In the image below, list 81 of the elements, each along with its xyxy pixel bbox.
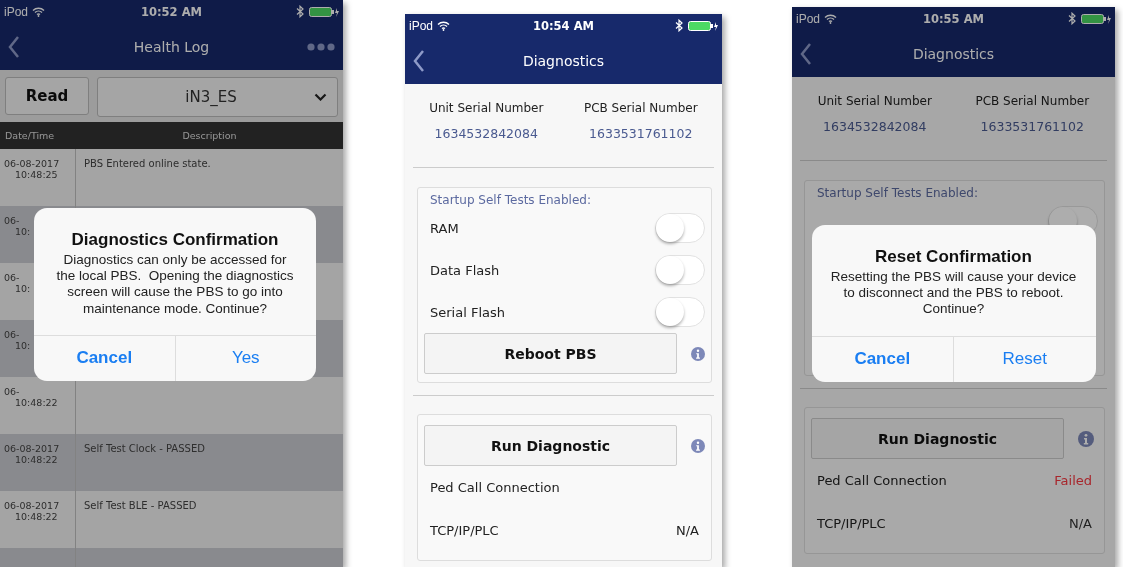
log-description: PBS Entered online state. [84, 158, 211, 169]
run-diagnostic-button[interactable]: Run Diagnostic [424, 425, 677, 466]
test-label: RAM [430, 220, 460, 236]
test-label: Serial Flash [430, 304, 506, 320]
info-icon[interactable] [691, 437, 705, 454]
toggle-switch[interactable] [655, 213, 705, 243]
time-text: 10:48:22 [14, 454, 58, 465]
test-label: Data Flash [430, 262, 501, 278]
result-value: Failed [1054, 473, 1092, 488]
date-text: 06- [3, 272, 20, 283]
info-icon[interactable] [1078, 430, 1094, 447]
time-text: 10: [14, 283, 31, 294]
dialog-button[interactable]: Yes [174, 335, 316, 381]
time-text: 10:48:22 [14, 397, 58, 408]
serial-value: 1634532842084 [822, 119, 928, 134]
bluetooth-icon [296, 5, 304, 18]
back-icon[interactable] [8, 35, 20, 58]
date-text: 06- [3, 215, 20, 226]
date-text: 06-08-2017 [3, 500, 60, 511]
dialog-title: Diagnostics Confirmation [70, 229, 280, 251]
time-text: 10: [14, 226, 31, 237]
result-label: Ped Call Connection [430, 480, 561, 495]
carrier-label: iPod [409, 18, 434, 33]
result-value: N/A [1069, 516, 1092, 531]
dialog-button[interactable]: Cancel [34, 335, 175, 381]
dialog-title: Reset Confirmation [874, 246, 1033, 268]
wifi-icon [824, 13, 838, 24]
battery-icon [1081, 13, 1111, 24]
result-label: Ped Call Connection [817, 473, 948, 488]
column-header: Description [181, 130, 238, 141]
dialog-button[interactable]: Cancel [811, 336, 953, 382]
result-value: N/A [676, 523, 699, 538]
serial-value: 1633531761102 [979, 119, 1085, 134]
result-label: TCP/IP/PLC [817, 516, 887, 531]
serial-label: Unit Serial Number [428, 101, 545, 115]
wifi-icon [32, 6, 46, 17]
carrier-label: iPod [796, 11, 821, 26]
date-text: 06-08-2017 [3, 158, 60, 169]
toggle-switch[interactable] [655, 255, 705, 285]
clock: 10:54 AM [533, 18, 594, 33]
screen-title: Diagnostics [911, 45, 996, 62]
toggle-switch[interactable] [655, 297, 705, 327]
dialog-button[interactable]: Reset [953, 336, 1096, 382]
serial-label: Unit Serial Number [816, 94, 933, 108]
back-icon[interactable] [413, 49, 425, 72]
date-text: 06- [3, 329, 20, 340]
run-diagnostic-button[interactable]: Run Diagnostic [811, 418, 1064, 459]
carrier-label: iPod [4, 4, 29, 19]
reboot-button[interactable]: Reboot PBS [424, 333, 677, 374]
battery-icon [309, 6, 339, 17]
screen-title: Health Log [132, 38, 211, 55]
time-text: 10:48:25 [14, 169, 58, 180]
serial-label: PCB Serial Number [974, 94, 1091, 108]
clock: 10:52 AM [141, 4, 202, 19]
serial-value: 1634532842084 [433, 126, 539, 141]
dialog-message: Diagnostics can only be accessed for the local PBS. Opening the diagnostics screen will cause the PBS to go into maintenance mode. Continue? [55, 252, 295, 318]
bluetooth-icon [1068, 12, 1076, 25]
log-description: Self Test Clock - PASSED [84, 443, 205, 454]
info-icon[interactable] [691, 345, 705, 362]
screen-title: Diagnostics [521, 52, 606, 69]
clock: 10:55 AM [923, 11, 984, 26]
device-dropdown[interactable]: iN3_ES [97, 77, 338, 117]
read-button[interactable]: Read [5, 77, 89, 115]
battery-icon [688, 20, 718, 31]
panel-heading: Startup Self Tests Enabled: [429, 193, 592, 207]
bluetooth-icon [675, 19, 683, 32]
date-text: 06- [3, 386, 20, 397]
wifi-icon [437, 20, 451, 31]
back-icon[interactable] [800, 42, 812, 65]
serial-label: PCB Serial Number [582, 101, 699, 115]
date-text: 06-08-2017 [3, 443, 60, 454]
result-label: TCP/IP/PLC [430, 523, 500, 538]
time-text: 10:48:22 [14, 511, 58, 522]
chevron-down-icon [314, 93, 327, 101]
more-icon[interactable] [307, 42, 335, 51]
log-description: Self Test BLE - PASSED [84, 500, 197, 511]
dialog-message: Resetting the PBS will cause your device to disconnect and the PBS to reboot. Continue? [829, 269, 1078, 319]
time-text: 10: [14, 340, 31, 351]
panel-heading: Startup Self Tests Enabled: [816, 186, 979, 200]
serial-value: 1633531761102 [588, 126, 694, 141]
column-header: Date/Time [4, 130, 56, 141]
